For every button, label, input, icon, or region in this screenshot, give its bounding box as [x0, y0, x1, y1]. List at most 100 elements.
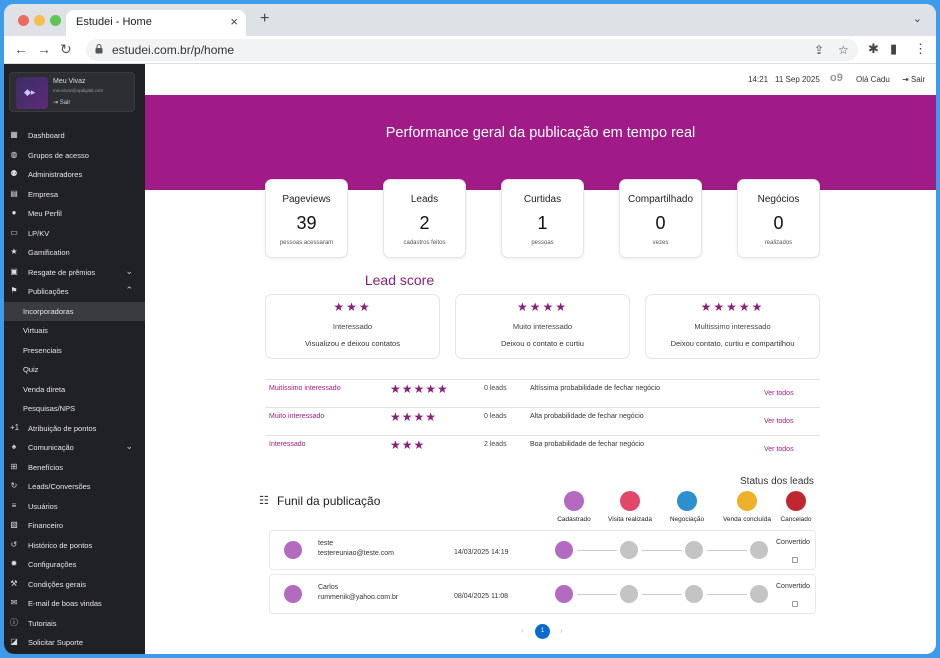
browser-toolbar: ← → ↻ estudei.com.br/p/home ⇪ ☆ ✱ ▮ ⋮	[4, 36, 936, 64]
close-window-icon[interactable]	[18, 15, 29, 26]
profile-card: ◆▸ Meu Vivaz meuvivaz@opdigital.com ⇥ Sa…	[9, 72, 135, 112]
status-cancelado-icon[interactable]	[786, 491, 806, 511]
lock-icon	[95, 44, 103, 54]
sidebar-item[interactable]: ⚒ Condições gerais	[4, 575, 145, 594]
user-icon: ●	[11, 208, 17, 217]
converted-checkbox[interactable]	[792, 601, 798, 607]
back-icon[interactable]: ←	[14, 41, 28, 57]
lead-row[interactable]: teste testereuniao@teste.com 14/03/2025 14…	[269, 530, 816, 570]
sidebar-item[interactable]: ♠ Comunicação ⌄	[4, 438, 145, 457]
chevron-down-icon[interactable]: ⌄	[125, 441, 133, 452]
status-venda-concluída-icon[interactable]	[737, 491, 757, 511]
prev-page-icon[interactable]: ‹	[521, 626, 524, 635]
close-tab-icon[interactable]: ×	[230, 14, 238, 29]
lead-name: teste	[318, 540, 334, 547]
sidebar-item[interactable]: ▭ LP/KV	[4, 224, 145, 243]
sidebar-item[interactable]: ▦ Dashboard	[4, 126, 145, 145]
lead-avatar-icon	[284, 541, 302, 559]
funnel-connector	[577, 550, 617, 551]
sidebar-item[interactable]: ◪ Solicitar Suporte	[4, 633, 145, 652]
funnel-visita-icon[interactable]	[620, 585, 638, 603]
sidebar-item[interactable]: ↻ Leads/Conversões	[4, 477, 145, 496]
browser-tab[interactable]: Estudei - Home ×	[66, 10, 246, 36]
sidebar-item[interactable]: ● Meu Perfil	[4, 204, 145, 223]
lead-count: 0 leads	[484, 385, 507, 392]
lead-count: 2 leads	[484, 441, 507, 448]
view-all-link[interactable]: Ver todos	[764, 390, 794, 397]
sidebar-subitem[interactable]: Pesquisas/NPS	[4, 399, 145, 418]
sidebar-item[interactable]: ↺ Histórico de pontos	[4, 536, 145, 555]
share-icon[interactable]: ⇪	[814, 43, 824, 57]
funnel-negociacao-icon[interactable]	[685, 541, 703, 559]
refresh-icon: ↻	[10, 481, 18, 490]
reload-icon[interactable]: ↻	[60, 41, 72, 58]
lead-email: testereuniao@teste.com	[318, 550, 394, 557]
status-visita-realizada-icon[interactable]	[620, 491, 640, 511]
stat-title: Pageviews	[282, 194, 331, 205]
converted-checkbox[interactable]	[792, 557, 798, 563]
sidebar-item-label: LP/KV	[28, 228, 50, 238]
status-negociação-icon[interactable]	[677, 491, 697, 511]
sidebar-item[interactable]: +1 Atribuição de pontos	[4, 419, 145, 438]
sidebar-subitem[interactable]: Virtuais	[4, 321, 145, 340]
bookmark-star-icon[interactable]: ☆	[838, 43, 849, 57]
lead-score-desc: Visualizou e deixou contatos	[305, 339, 400, 348]
sidebar-item[interactable]: ✉ E-mail de boas vindas	[4, 594, 145, 613]
sidebar-item[interactable]: ◍ Grupos de acesso	[4, 146, 145, 165]
sidebar-subitem[interactable]: Presenciais	[4, 341, 145, 360]
funnel-cadastrado-icon[interactable]	[555, 585, 573, 603]
stat-title: Compartilhado	[627, 194, 694, 205]
address-bar[interactable]: estudei.com.br/p/home ⇪ ☆	[86, 39, 858, 61]
sidebar-item[interactable]: ★ Gamification	[4, 243, 145, 262]
sidebar-item-label: Meu Perfil	[28, 209, 62, 218]
sidepanel-icon[interactable]: ▮	[890, 41, 897, 57]
sidebar-item[interactable]: ✹ Configurações	[4, 555, 145, 574]
stat-subtitle: pessoas acessaram	[279, 240, 334, 246]
extensions-icon[interactable]: ✱	[868, 41, 879, 57]
maximize-window-icon[interactable]	[50, 15, 61, 26]
building-icon: ▤	[10, 188, 18, 198]
sidebar-item[interactable]: ⚉ Administradores	[4, 165, 145, 184]
sidebar-item[interactable]: ⓘ Tutoriais	[4, 614, 145, 633]
funnel-venda-icon[interactable]	[750, 541, 768, 559]
status-label: Visita realizada	[608, 516, 652, 523]
new-tab-icon[interactable]: +	[260, 10, 269, 28]
lead-level-desc: Alta probabilidade de fechar negócio	[530, 413, 644, 420]
lead-avatar-icon	[284, 585, 302, 603]
funnel-negociacao-icon[interactable]	[685, 585, 703, 603]
lead-row[interactable]: Carlos rummenik@yahoo.com.br 08/04/2025 11…	[269, 574, 816, 614]
profile-name: Meu Vivaz	[53, 78, 86, 85]
lead-score-name: Multissimo interessado	[694, 322, 771, 331]
sidebar-subitem[interactable]: Venda direta	[4, 380, 145, 399]
lead-score-row: Muitíssimo interessado ★★★★★ 0 leads Altíss…	[265, 379, 820, 407]
sidebar-item[interactable]: ≡ Usuários	[4, 497, 145, 516]
status-cadastrado-icon[interactable]	[564, 491, 584, 511]
sidebar-subitem-label: Presenciais	[23, 345, 62, 355]
star-rating-icon: ★★★★★	[390, 382, 449, 396]
filter-sliders-icon[interactable]: ☷	[259, 494, 269, 507]
menu-kebab-icon[interactable]: ⋮	[914, 41, 927, 57]
view-all-link[interactable]: Ver todos	[764, 418, 794, 425]
sidebar-subitem[interactable]: Incorporadoras	[4, 301, 145, 321]
funnel-visita-icon[interactable]	[620, 541, 638, 559]
plus-one-icon: +1	[10, 422, 20, 432]
sidebar-item[interactable]: ⊞ Benefícios	[4, 458, 145, 477]
sidebar-item[interactable]: ▧ Financeiro	[4, 516, 145, 535]
sidebar-subitem[interactable]: Quiz	[4, 360, 145, 379]
header-logout-button[interactable]: ⇥ Sair	[902, 75, 925, 84]
funnel-cadastrado-icon[interactable]	[555, 541, 573, 559]
lead-level-name: Muitíssimo interessado	[269, 385, 341, 392]
stat-subtitle: cadastros feitos	[403, 240, 446, 246]
stat-value: 0	[655, 213, 666, 233]
next-page-icon[interactable]: ›	[560, 626, 563, 635]
profile-logout-button[interactable]: ⇥ Sair	[53, 99, 70, 106]
forward-icon[interactable]: →	[37, 41, 51, 57]
page-button-current[interactable]: 1	[535, 624, 550, 639]
lead-count: 0 leads	[484, 413, 507, 420]
plus-box-icon: ⊞	[10, 461, 18, 471]
view-all-link[interactable]: Ver todos	[764, 446, 794, 453]
minimize-window-icon[interactable]	[34, 15, 45, 26]
funnel-venda-icon[interactable]	[750, 585, 768, 603]
sidebar-item[interactable]: ▤ Empresa	[4, 185, 145, 204]
tab-search-chevron-icon[interactable]: ⌄	[913, 12, 922, 25]
